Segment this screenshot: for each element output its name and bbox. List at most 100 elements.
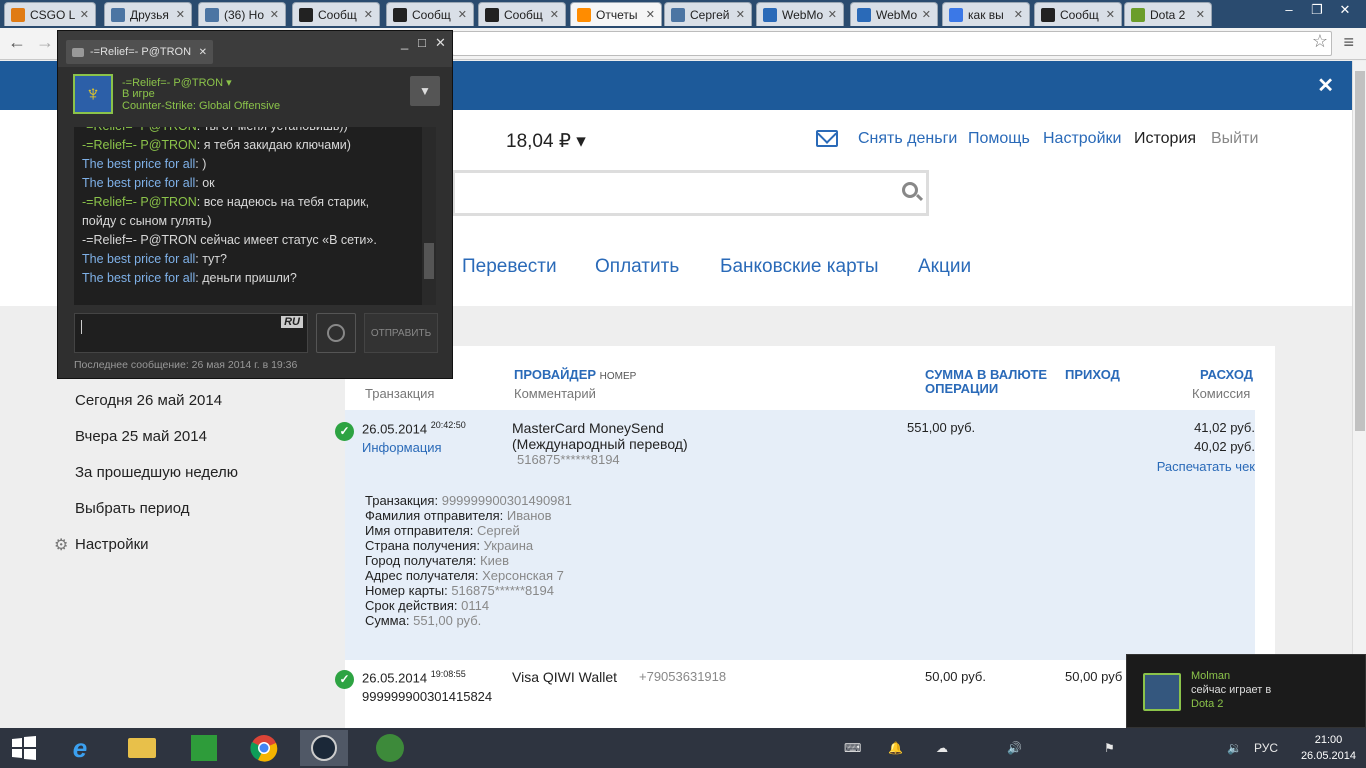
- close-tab-icon[interactable]: ✕: [1014, 8, 1023, 21]
- monitor-app-icon[interactable]: [366, 730, 414, 766]
- browser-tab[interactable]: Сергей ✕: [664, 2, 752, 26]
- ie-icon[interactable]: e: [56, 730, 104, 766]
- chat-input[interactable]: RU: [74, 313, 308, 353]
- info-link[interactable]: Информация: [362, 440, 442, 455]
- close-tab-icon[interactable]: ✕: [828, 8, 837, 21]
- close-tab-icon[interactable]: ✕: [458, 8, 467, 21]
- explorer-icon[interactable]: [118, 730, 166, 766]
- table-row[interactable]: ✓ 26.05.2014 20:42:50 Информация MasterC…: [335, 410, 1255, 660]
- period-choose[interactable]: Выбрать период: [75, 500, 190, 517]
- chrome-icon[interactable]: [240, 730, 288, 766]
- bookmark-star-icon[interactable]: ☆: [1312, 31, 1328, 52]
- tab-title: (36) Но: [224, 7, 265, 22]
- friend-menu-button[interactable]: ▼: [410, 76, 440, 106]
- chat-sender[interactable]: The best price for all: [82, 252, 195, 266]
- avatar[interactable]: ♆: [73, 74, 113, 114]
- maximize-button[interactable]: ❐: [1303, 2, 1331, 18]
- browser-tab[interactable]: WebMo ✕: [850, 2, 938, 26]
- send-button[interactable]: ОТПРАВИТЬ: [364, 313, 438, 353]
- forward-icon[interactable]: →: [36, 32, 54, 53]
- close-icon[interactable]: ✕: [199, 47, 207, 58]
- gear-icon[interactable]: ⚙: [54, 535, 68, 555]
- browser-tab[interactable]: Сообщ ✕: [386, 2, 474, 26]
- volume-icon[interactable]: 🔊: [1007, 741, 1022, 755]
- print-receipt-link[interactable]: Распечатать чек: [1157, 459, 1255, 474]
- maximize-icon[interactable]: □: [418, 35, 426, 50]
- page-scrollbar[interactable]: [1352, 61, 1366, 728]
- close-window-button[interactable]: ✕: [1331, 2, 1359, 18]
- browser-tab[interactable]: Друзья ✕: [104, 2, 192, 26]
- steam-notification[interactable]: Molman сейчас играет в Dota 2: [1126, 654, 1366, 728]
- minimize-icon[interactable]: _: [401, 35, 408, 50]
- browser-tab[interactable]: как вы ✕: [942, 2, 1030, 26]
- clock[interactable]: 21:00 26.05.2014: [1301, 732, 1356, 764]
- steam-taskbar-icon[interactable]: [300, 730, 348, 766]
- store-icon[interactable]: [180, 730, 228, 766]
- close-tab-icon[interactable]: ✕: [1106, 8, 1115, 21]
- withdraw-link[interactable]: Снять деньги: [858, 130, 957, 148]
- browser-tab[interactable]: WebMo ✕: [756, 2, 844, 26]
- taskbar: e ⌨ 🔔 ☁ 🔊 ⚑ 🔉 РУС 21:00 26.05.2014: [0, 728, 1366, 768]
- emoticon-button[interactable]: [316, 313, 356, 353]
- search-icon[interactable]: [902, 182, 918, 198]
- close-tab-icon[interactable]: ✕: [176, 8, 185, 21]
- address-bar[interactable]: [452, 31, 1332, 56]
- browser-tab[interactable]: Сообщ ✕: [292, 2, 380, 26]
- browser-tab[interactable]: Сообщ ✕: [1034, 2, 1122, 26]
- tab-title: Отчеты: [596, 7, 638, 22]
- browser-tab[interactable]: Dota 2 ✕: [1124, 2, 1212, 26]
- notification-icon[interactable]: 🔔: [888, 741, 903, 755]
- close-tab-icon[interactable]: ✕: [736, 8, 745, 21]
- close-tab-icon[interactable]: ✕: [922, 8, 931, 21]
- browser-tab[interactable]: (36) Но ✕: [198, 2, 286, 26]
- close-tab-icon[interactable]: ✕: [80, 8, 89, 21]
- close-tab-icon[interactable]: ✕: [1196, 8, 1205, 21]
- chat-sender[interactable]: The best price for all: [82, 176, 195, 190]
- search-input[interactable]: [452, 170, 929, 216]
- nav-pay[interactable]: Оплатить: [595, 256, 679, 278]
- back-icon[interactable]: ←: [8, 32, 26, 53]
- period-week[interactable]: За прошедшую неделю: [75, 464, 238, 481]
- close-tab-icon[interactable]: ✕: [270, 8, 279, 21]
- period-yesterday[interactable]: Вчера 25 май 2014: [75, 428, 207, 445]
- scroll-thumb[interactable]: [1355, 71, 1365, 431]
- keyboard-icon[interactable]: ⌨: [844, 741, 861, 755]
- scroll-thumb[interactable]: [424, 243, 434, 279]
- logout-link[interactable]: Выйти: [1211, 130, 1258, 148]
- menu-icon[interactable]: ≡: [1343, 32, 1354, 53]
- chat-titlebar[interactable]: -=Relief=- P@TRON ✕ _ □ ✕: [58, 31, 452, 67]
- chat-tab[interactable]: -=Relief=- P@TRON ✕: [66, 40, 213, 64]
- language-indicator[interactable]: РУС: [1254, 741, 1278, 755]
- start-button[interactable]: [0, 730, 48, 766]
- flag-icon[interactable]: ⚑: [1104, 741, 1115, 755]
- chat-sender[interactable]: -=Relief=- P@TRON: [82, 195, 197, 209]
- browser-tab[interactable]: Сообщ ✕: [478, 2, 566, 26]
- minimize-button[interactable]: ‒: [1275, 2, 1303, 17]
- nav-promos[interactable]: Акции: [918, 256, 971, 278]
- balance[interactable]: 18,04 ₽ ▾: [506, 130, 586, 153]
- cloud-icon[interactable]: ☁: [936, 741, 948, 755]
- help-link[interactable]: Помощь: [968, 130, 1030, 148]
- chat-sender[interactable]: The best price for all: [82, 157, 195, 171]
- nav-transfer[interactable]: Перевести: [462, 256, 557, 278]
- chat-sender[interactable]: -=Relief=- P@TRON: [82, 127, 197, 133]
- browser-tab[interactable]: CSGO L ✕: [4, 2, 96, 26]
- history-link[interactable]: История: [1134, 130, 1196, 148]
- tab-title: CSGO L: [30, 7, 76, 22]
- nav-bank-cards[interactable]: Банковские карты: [720, 256, 879, 278]
- settings-link[interactable]: Настройки: [1043, 130, 1121, 148]
- browser-tab[interactable]: Отчеты ✕: [570, 2, 662, 26]
- close-tab-icon[interactable]: ✕: [364, 8, 373, 21]
- chat-sender[interactable]: The best price for all: [82, 271, 195, 285]
- close-tab-icon[interactable]: ✕: [550, 8, 559, 21]
- chat-sender[interactable]: -=Relief=- P@TRON: [82, 138, 197, 152]
- speaker-icon[interactable]: 🔉: [1227, 741, 1242, 755]
- steam-icon: [299, 7, 313, 22]
- period-today[interactable]: Сегодня 26 май 2014: [75, 392, 222, 409]
- close-icon[interactable]: ✕: [435, 35, 446, 51]
- chat-scrollbar[interactable]: [422, 127, 436, 305]
- close-tab-icon[interactable]: ✕: [646, 8, 655, 21]
- period-settings[interactable]: Настройки: [75, 536, 149, 553]
- mail-icon[interactable]: [816, 130, 838, 147]
- close-icon[interactable]: ✕: [1317, 73, 1334, 98]
